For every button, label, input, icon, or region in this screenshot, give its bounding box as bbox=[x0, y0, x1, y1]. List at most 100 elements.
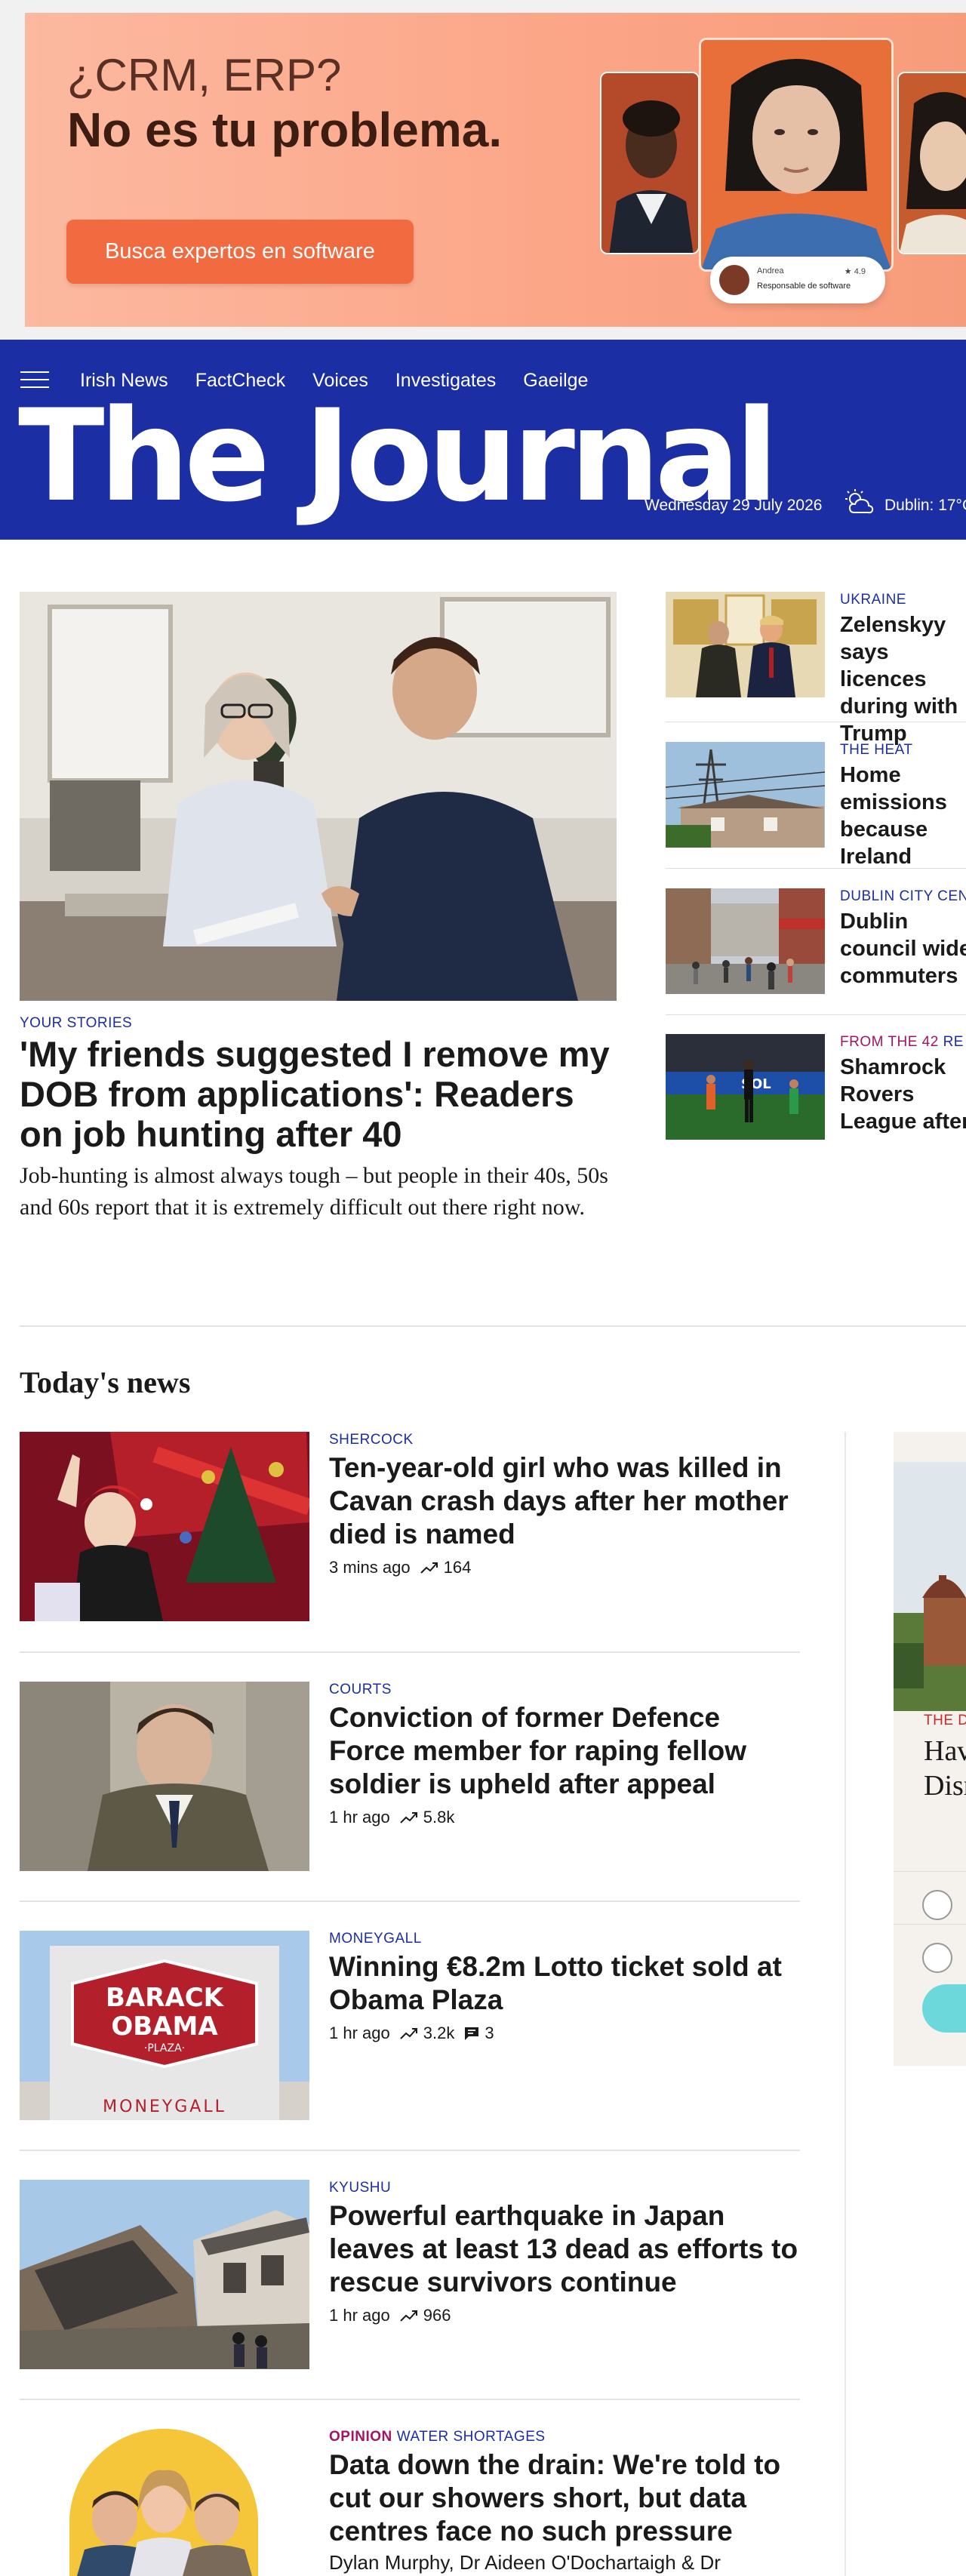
news-view-count: 3.2k bbox=[423, 2024, 455, 2042]
current-date: Wednesday 29 July 2026 bbox=[645, 497, 823, 514]
news-views: 164 bbox=[420, 1558, 472, 1577]
lead-story-kicker[interactable]: YOUR STORIES bbox=[20, 1015, 132, 1032]
sign-line-2: OBAMA bbox=[111, 2011, 218, 2042]
poll-image bbox=[894, 1462, 966, 1711]
section-divider bbox=[20, 1325, 966, 1327]
divider bbox=[20, 2150, 800, 2151]
poll-question: Hav Disn bbox=[924, 1734, 966, 1803]
news-item[interactable]: KYUSHU Powerful earthquake in Japan leav… bbox=[20, 2180, 800, 2376]
side-story-kicker[interactable]: THE HEAT bbox=[840, 742, 913, 759]
side-story-headline[interactable]: Home emissions because Ireland bbox=[840, 762, 966, 870]
weather-readout: Dublin: 17°C bbox=[884, 497, 966, 514]
poll-option[interactable] bbox=[894, 1924, 966, 1977]
news-kicker[interactable]: OPINION WATER SHORTAGES bbox=[329, 2429, 546, 2445]
news-headline[interactable]: Ten-year-old girl who was killed in Cava… bbox=[329, 1451, 801, 1551]
news-kicker[interactable]: COURTS bbox=[329, 1682, 392, 1698]
ad-person-photo-main bbox=[699, 38, 894, 272]
lead-story-headline[interactable]: 'My friends suggested I remove my DOB fr… bbox=[20, 1034, 623, 1154]
opinion-label: OPINION bbox=[329, 2429, 392, 2445]
divider bbox=[20, 1651, 800, 1653]
news-view-count: 966 bbox=[423, 2306, 451, 2325]
trending-icon bbox=[420, 1562, 438, 1574]
news-headline[interactable]: Conviction of former Defence Force membe… bbox=[329, 1701, 801, 1801]
news-headline[interactable]: Data down the drain: We're told to cut o… bbox=[329, 2448, 801, 2548]
news-thumbnail[interactable] bbox=[20, 1432, 309, 1621]
divider bbox=[20, 2399, 800, 2400]
news-item[interactable]: BARACK OBAMA ·PLAZA· MONEYGALL MONEYGALL… bbox=[20, 1931, 800, 2127]
news-timestamp: 1 hr ago bbox=[329, 2024, 390, 2042]
side-story-thumbnail[interactable]: SOL bbox=[666, 1034, 825, 1140]
sign-line-1: BARACK bbox=[106, 1983, 225, 2013]
advertisement-banner[interactable]: ¿CRM, ERP? No es tu problema. Busca expe… bbox=[25, 13, 966, 327]
side-story-kicker[interactable]: UKRAINE bbox=[840, 592, 906, 608]
poll-question-line1: Hav bbox=[924, 1735, 966, 1767]
news-views: 966 bbox=[399, 2306, 451, 2325]
news-headline[interactable]: Powerful earthquake in Japan leaves at l… bbox=[329, 2199, 801, 2299]
section-heading-todays-news[interactable]: Today's news bbox=[20, 1365, 190, 1400]
ad-headline-line2: No es tu problema. bbox=[67, 103, 503, 157]
side-story-thumbnail[interactable] bbox=[666, 592, 825, 697]
side-story-kicker[interactable]: FROM THE 42 RE bbox=[840, 1034, 964, 1051]
reviewer-rating: ★ 4.9 bbox=[844, 267, 866, 276]
reviewer-avatar bbox=[719, 265, 749, 295]
side-story-dublin[interactable]: DUBLIN CITY CENTRE Dublin council wide c… bbox=[666, 888, 966, 1024]
poll-radio-button[interactable] bbox=[922, 1943, 952, 1973]
side-story-headline-text: Dublin council wide commuters bbox=[840, 909, 966, 988]
news-views: 3.2k bbox=[399, 2024, 455, 2043]
side-story-headline-text: Zelenskyy says licences during with Trum… bbox=[840, 613, 958, 746]
ad-container: ¿CRM, ERP? No es tu problema. Busca expe… bbox=[0, 0, 966, 340]
news-item[interactable]: COURTS Conviction of former Defence Forc… bbox=[20, 1682, 800, 1878]
side-story-kicker[interactable]: DUBLIN CITY CENTRE bbox=[840, 888, 966, 905]
news-view-count: 164 bbox=[443, 1558, 472, 1577]
ad-headline-line1: ¿CRM, ERP? bbox=[67, 50, 342, 100]
news-meta: 3 mins ago 164 bbox=[329, 1558, 471, 1577]
news-byline: Dylan Murphy, Dr Aideen O'Dochartaigh & … bbox=[329, 2551, 721, 2574]
lead-story-image[interactable] bbox=[20, 592, 617, 1001]
news-comments[interactable]: 3 bbox=[463, 2024, 494, 2043]
side-story-ukraine[interactable]: UKRAINE Zelenskyy says licences during w… bbox=[666, 592, 966, 746]
trending-icon bbox=[400, 2028, 417, 2039]
news-headline[interactable]: Winning €8.2m Lotto ticket sold at Obama… bbox=[329, 1950, 801, 2017]
sign-line-4: MONEYGALL bbox=[103, 2097, 226, 2116]
poll-radio-button[interactable] bbox=[922, 1890, 952, 1920]
news-item-opinion[interactable]: OPINION WATER SHORTAGES Data down the dra… bbox=[20, 2429, 800, 2576]
news-meta: 1 hr ago 5.8k bbox=[329, 1808, 454, 1827]
poll-kicker: THE D bbox=[924, 1713, 966, 1728]
poll-submit-button[interactable] bbox=[922, 1984, 966, 2033]
divider bbox=[666, 868, 966, 869]
news-views: 5.8k bbox=[399, 1808, 455, 1827]
divider bbox=[20, 1900, 800, 1902]
news-kicker[interactable]: SHERCOCK bbox=[329, 1432, 414, 1448]
side-story-headline[interactable]: Dublin council wide commuters bbox=[840, 908, 966, 989]
news-meta: 1 hr ago 966 bbox=[329, 2306, 451, 2325]
news-view-count: 5.8k bbox=[423, 1808, 455, 1827]
ad-cta-button[interactable]: Busca expertos en software bbox=[66, 220, 414, 284]
comment-icon bbox=[465, 2027, 479, 2040]
poll-option[interactable] bbox=[894, 1871, 966, 1924]
side-story-headline[interactable]: Zelenskyy says licences during with Trum… bbox=[840, 611, 966, 747]
side-story-thumbnail[interactable] bbox=[666, 742, 825, 848]
news-kicker[interactable]: KYUSHU bbox=[329, 2180, 391, 2196]
news-thumbnail[interactable]: BARACK OBAMA ·PLAZA· MONEYGALL bbox=[20, 1931, 309, 2120]
site-header: Irish News FactCheck Voices Investigates… bbox=[0, 340, 966, 540]
column-divider bbox=[844, 1432, 846, 2576]
news-item[interactable]: SHERCOCK Ten-year-old girl who was kille… bbox=[20, 1432, 800, 1628]
reviewer-role: Responsable de software bbox=[757, 282, 851, 291]
poll-question-line2: Disn bbox=[924, 1770, 966, 1802]
side-story-headline[interactable]: Shamrock Rovers League after bbox=[840, 1054, 966, 1135]
poll-widget: THE D Hav Disn bbox=[894, 1432, 966, 2066]
news-comment-count: 3 bbox=[485, 2024, 494, 2042]
news-thumbnail[interactable] bbox=[20, 2180, 309, 2369]
divider bbox=[666, 1014, 966, 1015]
side-story-thumbnail[interactable] bbox=[666, 888, 825, 994]
news-thumbnail[interactable] bbox=[69, 2429, 258, 2576]
news-kicker[interactable]: MONEYGALL bbox=[329, 1931, 422, 1947]
lead-story-summary: Job-hunting is almost always tough – but… bbox=[20, 1163, 608, 1220]
side-story-the-42[interactable]: SOL FROM THE 42 RE Shamrock Rovers Leagu… bbox=[666, 1034, 966, 1170]
news-meta: 1 hr ago 3.2k 3 bbox=[329, 2024, 494, 2043]
side-story-the-heat[interactable]: THE HEAT Home emissions because Ireland bbox=[666, 742, 966, 878]
ad-person-photo bbox=[897, 72, 966, 254]
news-timestamp: 1 hr ago bbox=[329, 1808, 390, 1827]
news-thumbnail[interactable] bbox=[20, 1682, 309, 1871]
news-kicker-topic: WATER SHORTAGES bbox=[396, 2429, 546, 2445]
